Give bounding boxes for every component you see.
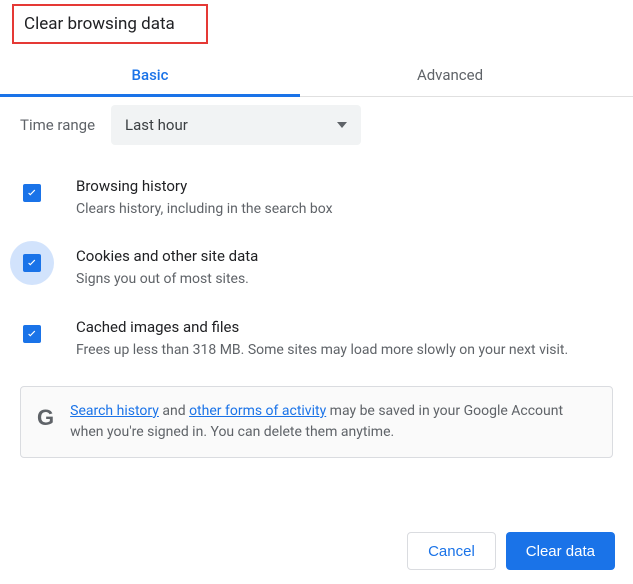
cancel-button[interactable]: Cancel [407, 532, 496, 570]
other-activity-link[interactable]: other forms of activity [189, 403, 326, 419]
option-title: Browsing history [76, 177, 613, 195]
option-text: Browsing history Clears history, includi… [76, 175, 613, 219]
tab-advanced[interactable]: Advanced [300, 56, 600, 96]
option-title: Cookies and other site data [76, 247, 613, 265]
clear-data-button[interactable]: Clear data [506, 532, 615, 570]
checkbox-wrap [10, 312, 54, 356]
tab-advanced-label: Advanced [417, 66, 483, 84]
dialog-body: Time range Last hour Browsing history Cl… [20, 105, 613, 458]
checkbox-cache[interactable] [23, 325, 41, 343]
dialog-title-text: Clear browsing data [24, 14, 175, 34]
google-icon: G [37, 401, 54, 429]
search-history-link[interactable]: Search history [70, 403, 159, 419]
dialog-title: Clear browsing data [12, 4, 208, 44]
check-icon [25, 186, 39, 200]
check-icon [25, 327, 39, 341]
time-range-value: Last hour [125, 116, 188, 134]
option-desc: Clears history, including in the search … [76, 199, 613, 219]
checkbox-browsing-history[interactable] [23, 184, 41, 202]
option-browsing-history: Browsing history Clears history, includi… [20, 175, 613, 219]
checkbox-wrap [10, 171, 54, 215]
tab-bar: Basic Advanced [0, 56, 633, 97]
clear-data-label: Clear data [526, 543, 595, 560]
option-desc: Frees up less than 318 MB. Some sites ma… [76, 340, 613, 360]
option-desc: Signs you out of most sites. [76, 269, 613, 289]
dialog-footer: Cancel Clear data [407, 532, 615, 570]
option-cache: Cached images and files Frees up less th… [20, 316, 613, 360]
cancel-label: Cancel [428, 543, 475, 560]
checkbox-wrap [10, 241, 54, 285]
check-icon [25, 256, 39, 270]
time-range-row: Time range Last hour [20, 105, 613, 145]
tab-basic-label: Basic [132, 66, 169, 84]
notice-mid: and [159, 403, 189, 419]
notice-text: Search history and other forms of activi… [70, 401, 596, 443]
option-text: Cached images and files Frees up less th… [76, 316, 613, 360]
google-account-notice: G Search history and other forms of acti… [20, 386, 613, 458]
time-range-select[interactable]: Last hour [111, 105, 361, 145]
tab-basic[interactable]: Basic [0, 56, 300, 96]
time-range-label: Time range [20, 116, 95, 134]
option-cookies: Cookies and other site data Signs you ou… [20, 245, 613, 289]
checkbox-cookies[interactable] [23, 254, 41, 272]
chevron-down-icon [337, 122, 347, 128]
option-title: Cached images and files [76, 318, 613, 336]
option-text: Cookies and other site data Signs you ou… [76, 245, 613, 289]
